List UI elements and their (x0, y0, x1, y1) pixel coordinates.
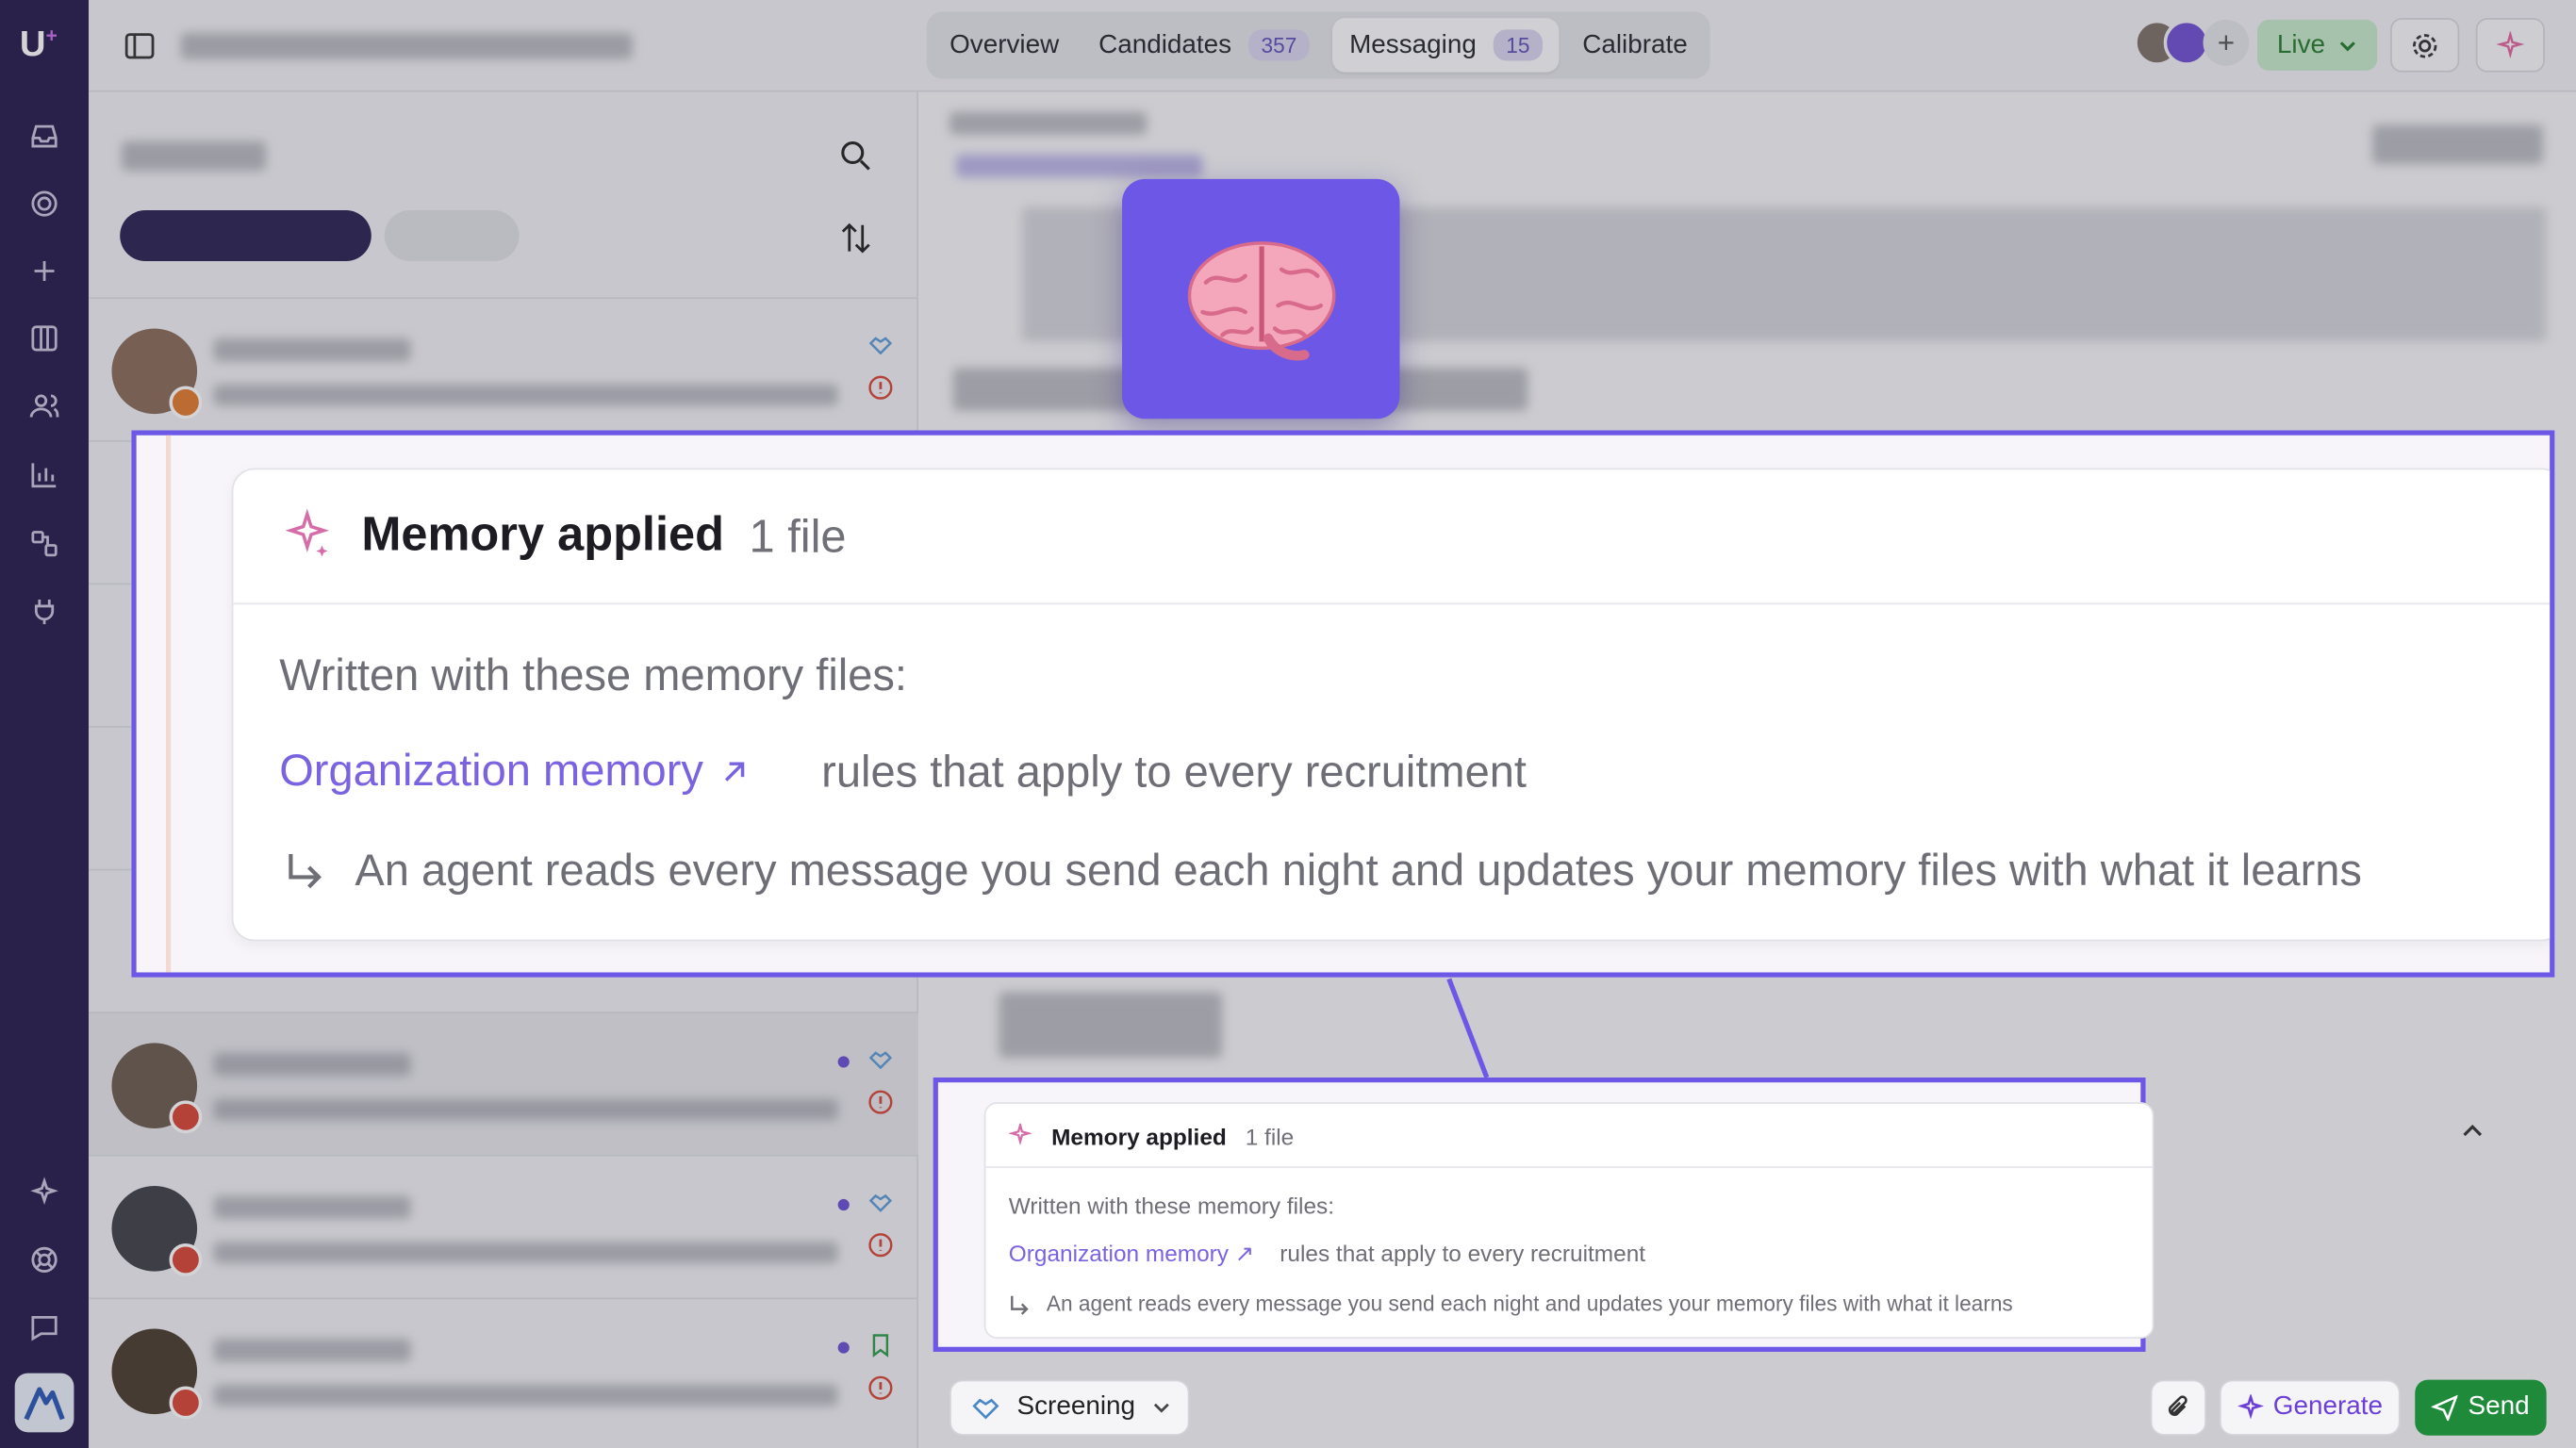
memory-count: 1 file (1245, 1123, 1295, 1150)
app-window: U+ Overview Candidates 357 Messaging 15 Ca… (0, 0, 2576, 1448)
memory-link-description: rules that apply to every recruitment (1280, 1240, 1646, 1267)
handshake-icon (972, 1398, 999, 1420)
chevron-down-icon (1153, 1403, 1169, 1413)
link-label: Organization memory (279, 746, 703, 796)
memory-note: An agent reads every message you send ea… (1046, 1291, 2013, 1316)
memory-panel: Memory applied 1 file Written with these… (933, 1077, 2155, 1352)
send-button[interactable]: Send (2415, 1379, 2547, 1436)
return-arrow-icon (1009, 1294, 1032, 1317)
chevron-up-icon[interactable] (2458, 1117, 2487, 1146)
memory-zoom-callout: Memory applied 1 file Written with these… (131, 430, 2555, 978)
divider (165, 435, 172, 973)
memory-note: An agent reads every message you send ea… (355, 846, 2362, 896)
memory-header[interactable]: Memory applied 1 file (233, 469, 2551, 605)
sparkles-icon (283, 508, 332, 558)
external-link-icon (725, 761, 745, 781)
generate-button[interactable]: Generate (2219, 1379, 2401, 1436)
memory-lead: Written with these memory files: (279, 650, 907, 700)
return-arrow-icon (283, 849, 329, 896)
stage-label: Screening (1016, 1392, 1136, 1422)
memory-count: 1 file (749, 510, 847, 562)
send-label: Send (2468, 1392, 2530, 1422)
memory-card: Memory applied 1 file Written with these… (983, 1102, 2155, 1340)
divider (985, 1166, 2153, 1168)
generate-label: Generate (2272, 1392, 2384, 1422)
memory-lead: Written with these memory files: (1008, 1192, 1335, 1219)
send-icon (2432, 1394, 2459, 1422)
organization-memory-link[interactable]: Organization memory (279, 746, 750, 797)
organization-memory-link[interactable]: Organization memory ↗ (1009, 1240, 1254, 1268)
memory-card: Memory applied 1 file Written with these… (231, 468, 2551, 942)
sparkles-icon (1008, 1121, 1032, 1146)
memory-link-description: rules that apply to every recruitment (821, 747, 1527, 798)
paperclip-icon (2168, 1395, 2188, 1416)
sparkles-icon (2237, 1394, 2264, 1420)
memory-title: Memory applied (1051, 1123, 1227, 1150)
brain-icon (1122, 178, 1400, 420)
stage-dropdown[interactable]: Screening (949, 1379, 1190, 1436)
attach-button[interactable] (2150, 1379, 2206, 1436)
memory-title: Memory applied (361, 509, 724, 562)
